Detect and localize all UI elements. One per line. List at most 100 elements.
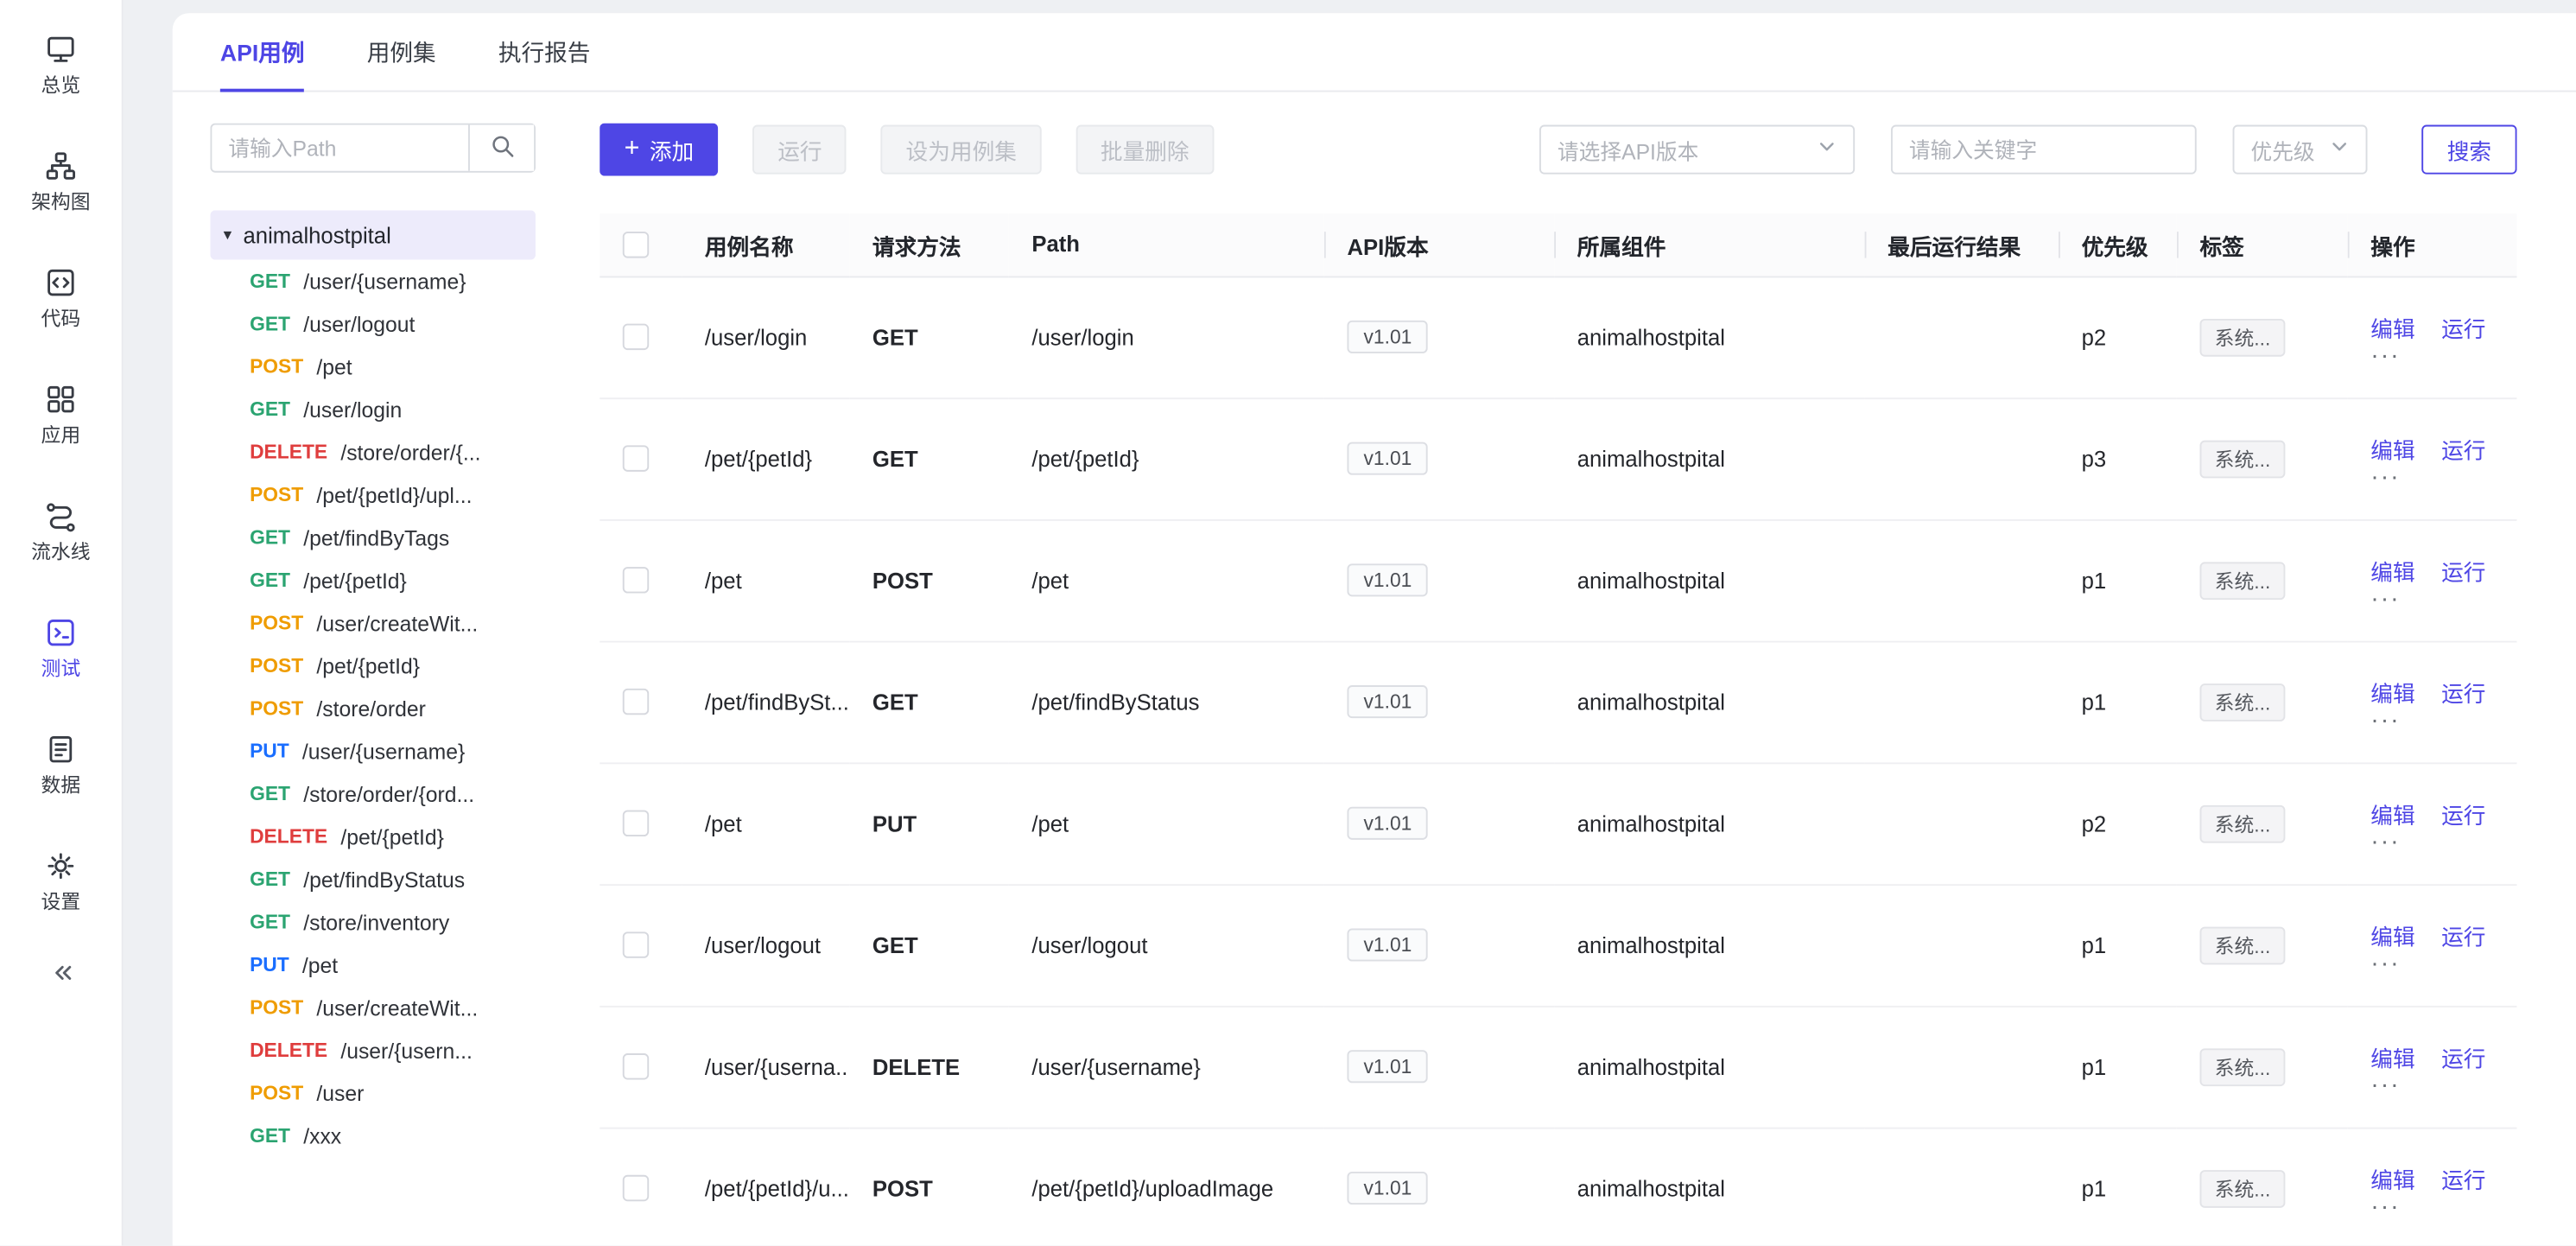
tree-item[interactable]: GET/user/logout [210, 302, 536, 345]
more-actions-button[interactable]: ··· [2370, 469, 2494, 486]
tab-case-suites[interactable]: 用例集 [367, 13, 436, 90]
row-checkbox[interactable] [623, 932, 649, 958]
test-icon [44, 616, 77, 649]
tree-item[interactable]: POST/store/order [210, 687, 536, 729]
sidebar-item-pipeline[interactable]: 流水线 [31, 499, 90, 563]
tree-item[interactable]: POST/user/createWit... [210, 601, 536, 644]
run-link[interactable]: 运行 [2441, 431, 2485, 464]
tab-reports[interactable]: 执行报告 [498, 13, 591, 90]
table-row: /pet/{petId}GET/pet/{petId}v1.01animalho… [600, 397, 2516, 519]
row-checkbox[interactable] [623, 689, 649, 715]
set-suite-button[interactable]: 设为用例集 [881, 125, 1041, 175]
run-link[interactable]: 运行 [2441, 309, 2485, 342]
api-version-select[interactable]: 请选择API版本 [1539, 125, 1855, 175]
edit-link[interactable]: 编辑 [2370, 796, 2414, 829]
tree-item[interactable]: DELETE/user/{usern... [210, 1029, 536, 1071]
case-name-cell: /user/{userna... [682, 1006, 849, 1128]
tree-item[interactable]: POST/pet/{petId}/upl... [210, 474, 536, 516]
priority-cell: p2 [2059, 762, 2177, 884]
tree-item[interactable]: POST/pet [210, 345, 536, 387]
last-result-cell [1865, 1128, 2059, 1246]
edit-link[interactable]: 编辑 [2370, 1039, 2414, 1072]
tab-api-cases[interactable]: API用例 [220, 13, 305, 90]
run-link[interactable]: 运行 [2441, 1161, 2485, 1194]
priority-placeholder: 优先级 [2250, 134, 2314, 165]
batch-delete-button[interactable]: 批量删除 [1075, 125, 1214, 175]
more-actions-button[interactable]: ··· [2370, 1078, 2494, 1094]
row-checkbox[interactable] [623, 1175, 649, 1201]
tree-item[interactable]: GET/store/order/{ord... [210, 772, 536, 815]
tree-item[interactable]: DELETE/store/order/{... [210, 430, 536, 473]
tree-item[interactable]: DELETE/pet/{petId} [210, 815, 536, 857]
version-cell: v1.01 [1324, 519, 1554, 641]
tree-search-button[interactable] [468, 125, 534, 171]
priority-select[interactable]: 优先级 [2233, 125, 2368, 175]
sidebar-item-architecture[interactable]: 架构图 [31, 149, 90, 213]
tree-item[interactable]: GET/store/inventory [210, 900, 536, 943]
edit-link[interactable]: 编辑 [2370, 309, 2414, 342]
run-link[interactable]: 运行 [2441, 918, 2485, 950]
select-all-checkbox[interactable] [623, 232, 649, 257]
table-row: /petPUT/petv1.01animalhostpitalp2系统...编辑… [600, 762, 2516, 884]
run-link[interactable]: 运行 [2441, 1039, 2485, 1072]
sidebar-item-apps[interactable]: 应用 [41, 383, 81, 447]
tree-item[interactable]: PUT/pet [210, 944, 536, 986]
method-label: GET [250, 270, 290, 293]
tree-item[interactable]: GET/pet/findByStatus [210, 858, 536, 900]
sidebar-item-overview[interactable]: 总览 [41, 33, 81, 97]
path-search-input[interactable] [212, 125, 468, 171]
tree-item[interactable]: GET/user/{username} [210, 259, 536, 302]
add-button[interactable]: + 添加 [600, 124, 719, 176]
row-checkbox[interactable] [623, 1053, 649, 1079]
priority-cell: p3 [2059, 397, 2177, 519]
row-checkbox[interactable] [623, 324, 649, 350]
more-actions-button[interactable]: ··· [2370, 712, 2494, 728]
pipeline-icon [44, 499, 77, 532]
case-name-cell: /user/logout [682, 884, 849, 1006]
path-label: /store/order [316, 696, 425, 721]
last-result-cell [1865, 762, 2059, 884]
run-link[interactable]: 运行 [2441, 675, 2485, 708]
edit-link[interactable]: 编辑 [2370, 553, 2414, 586]
tree-item[interactable]: PUT/user/{username} [210, 729, 536, 772]
actions-cell: 编辑运行 ··· [2348, 277, 2517, 398]
tree-item[interactable]: POST/pet/{petId} [210, 645, 536, 687]
table-row: /pet/{petId}/u...POST/pet/{petId}/upload… [600, 1128, 2516, 1246]
column-header: 请求方法 [849, 213, 1008, 276]
tree-item[interactable]: GET/user/login [210, 388, 536, 430]
add-button-label: 添加 [650, 133, 694, 166]
tree-item[interactable]: POST/user [210, 1071, 536, 1114]
more-actions-button[interactable]: ··· [2370, 834, 2494, 850]
row-checkbox[interactable] [623, 568, 649, 594]
tree-item[interactable]: GET/xxx [210, 1114, 536, 1156]
system-tag: 系统... [2200, 926, 2286, 964]
search-button[interactable]: 搜索 [2421, 125, 2516, 175]
more-actions-button[interactable]: ··· [2370, 1198, 2494, 1215]
run-link[interactable]: 运行 [2441, 553, 2485, 586]
row-checkbox[interactable] [623, 446, 649, 472]
tree-item[interactable]: GET/pet/findByTags [210, 516, 536, 558]
caret-down-icon[interactable]: ▾ [224, 226, 232, 244]
row-checkbox[interactable] [623, 811, 649, 836]
edit-link[interactable]: 编辑 [2370, 431, 2414, 464]
more-actions-button[interactable]: ··· [2370, 956, 2494, 972]
edit-link[interactable]: 编辑 [2370, 675, 2414, 708]
sidebar-item-code[interactable]: 代码 [41, 266, 81, 330]
method-cell: GET [849, 397, 1008, 519]
edit-link[interactable]: 编辑 [2370, 1161, 2414, 1194]
run-link[interactable]: 运行 [2441, 796, 2485, 829]
tree-root-node[interactable]: ▾ animalhostpital [210, 210, 536, 259]
keyword-input[interactable] [1891, 125, 2197, 175]
chevron-down-icon [1817, 135, 1837, 164]
edit-link[interactable]: 编辑 [2370, 918, 2414, 950]
tree-item[interactable]: POST/user/createWit... [210, 986, 536, 1028]
run-button[interactable]: 运行 [753, 125, 847, 175]
more-actions-button[interactable]: ··· [2370, 591, 2494, 607]
sidebar-item-data[interactable]: 数据 [41, 733, 81, 797]
sidebar-item-test[interactable]: 测试 [41, 616, 81, 680]
sidebar-collapse-button[interactable] [44, 957, 77, 995]
path-label: /pet/findByTags [303, 525, 449, 550]
sidebar-item-settings[interactable]: 设置 [41, 849, 81, 913]
more-actions-button[interactable]: ··· [2370, 347, 2494, 364]
tree-item[interactable]: GET/pet/{petId} [210, 559, 536, 601]
